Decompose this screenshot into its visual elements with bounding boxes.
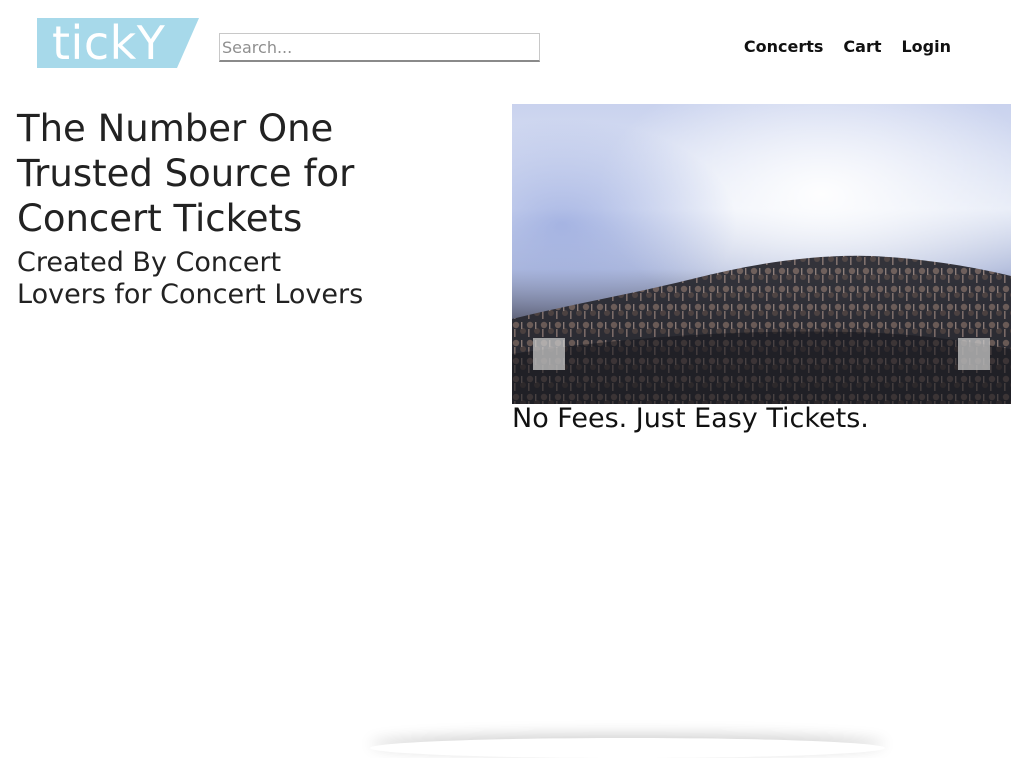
carousel-caption: No Fees. Just Easy Tickets.: [512, 403, 869, 434]
carousel-prev-button[interactable]: [533, 338, 565, 370]
logo-text: tickY: [52, 16, 166, 70]
main-nav: Concerts Cart Login: [744, 37, 951, 56]
site-logo[interactable]: tickY: [37, 16, 199, 70]
nav-concerts-link[interactable]: Concerts: [744, 37, 824, 56]
hero-title: The Number One Trusted Source for Concer…: [17, 107, 355, 240]
concert-crowd-image: [512, 104, 1011, 404]
nav-cart-link[interactable]: Cart: [843, 37, 881, 56]
hero-carousel: [512, 104, 1011, 404]
carousel-next-button[interactable]: [958, 338, 990, 370]
search-input[interactable]: [219, 33, 540, 62]
nav-login-link[interactable]: Login: [901, 37, 951, 56]
site-header: tickY Concerts Cart Login: [0, 0, 1011, 90]
hero-subtitle: Created By Concert Lovers for Concert Lo…: [17, 247, 364, 310]
bottom-panel-edge: [370, 738, 885, 758]
